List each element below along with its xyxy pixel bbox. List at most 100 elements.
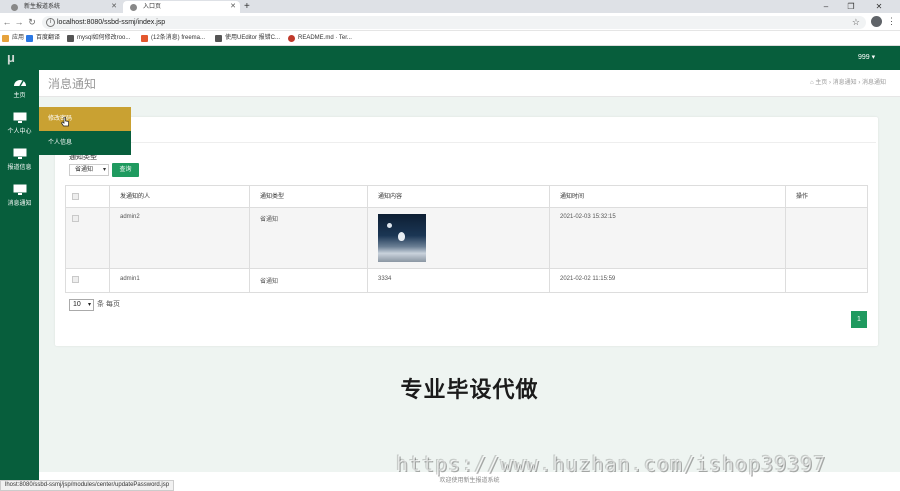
breadcrumb: ⌂ 主页 › 消息通知 › 消息通知 — [810, 70, 886, 97]
sidebar: 主页 个人中心 报道信息 消息通知 — [0, 70, 39, 491]
page-size-select[interactable]: 10 ▾ — [69, 299, 94, 311]
cell-content: 3334 — [378, 276, 392, 282]
home-icon: ⌂ — [809, 80, 814, 86]
window-close-icon[interactable]: ✕ — [868, 0, 890, 13]
table-header-row: 发通知的人 通知类型 通知内容 通知时间 操作 — [66, 186, 867, 208]
divider — [65, 142, 876, 143]
sidebar-item-label: 消息通知 — [7, 201, 32, 207]
select-all-checkbox[interactable] — [72, 193, 79, 200]
balloon-shape — [398, 232, 405, 241]
monitor-icon — [13, 184, 27, 195]
sidebar-item-home[interactable]: 主页 — [0, 76, 39, 112]
forward-icon[interactable]: → — [13, 16, 25, 28]
row-checkbox[interactable] — [72, 215, 79, 222]
column-divider — [367, 186, 368, 292]
row-checkbox[interactable] — [72, 276, 79, 283]
translate-icon — [26, 35, 33, 42]
watermark-text: 专业毕设代做 — [400, 377, 539, 402]
notice-type-select[interactable]: 省通知 ▾ — [69, 164, 109, 176]
breadcrumb-home[interactable]: 主页 — [815, 80, 827, 86]
favicon-icon — [11, 4, 18, 11]
bookmark-item[interactable]: (12条消息) freema... — [141, 31, 205, 46]
content-card: 通知类型 省通知 ▾ 查询 发通知的人 通知类型 通知内容 通知时间 操作 ad… — [55, 117, 878, 346]
monitor-icon — [13, 148, 27, 159]
sidebar-item-label: 个人中心 — [7, 129, 32, 135]
sidebar-item-report[interactable]: 报道信息 — [0, 148, 39, 184]
address-bar[interactable]: i localhost:8080/ssbd-ssmj/index.jsp ☆ — [42, 16, 866, 29]
column-divider — [109, 186, 110, 292]
bookmark-item[interactable]: mysql如何修改roo... — [67, 31, 130, 46]
page-size-label: 条 每页 — [97, 301, 120, 308]
column-divider — [785, 186, 786, 292]
reload-icon[interactable]: ↻ — [26, 16, 38, 28]
query-button[interactable]: 查询 — [112, 163, 139, 177]
back-icon[interactable]: ← — [1, 16, 13, 28]
sidebar-item-label: 主页 — [13, 93, 26, 99]
browser-toolbar: ← → ↻ i localhost:8080/ssbd-ssmj/index.j… — [0, 13, 900, 31]
table-row[interactable]: admin2 省通知 2021-02-03 15:32:15 — [66, 208, 867, 269]
browser-menu-icon[interactable]: ⋮ — [887, 15, 896, 28]
column-divider — [549, 186, 550, 292]
sidebar-item-notice[interactable]: 消息通知 — [0, 184, 39, 220]
bookmark-item[interactable]: 百度翻译 — [26, 31, 60, 46]
page-title: 消息通知 — [48, 77, 97, 91]
browser-tab-active[interactable]: 入口页 ✕ — [123, 1, 240, 13]
close-tab-icon[interactable]: ✕ — [230, 1, 236, 13]
paw-icon — [215, 35, 222, 42]
column-divider — [249, 186, 250, 292]
profile-submenu: 修改密码 个人信息 — [39, 107, 131, 155]
submenu-item-change-password[interactable]: 修改密码 — [39, 107, 131, 131]
hand-cursor-icon — [61, 117, 69, 127]
table-row[interactable]: admin1 省通知 3334 2021-02-02 11:15:59 — [66, 269, 867, 292]
chevron-down-icon: ▾ — [102, 167, 106, 173]
cell-time: 2021-02-03 15:32:15 — [560, 214, 616, 220]
cell-type: 省通知 — [260, 217, 279, 223]
page-button-current[interactable]: 1 — [851, 311, 867, 328]
favicon-icon — [130, 4, 137, 11]
bookmark-item[interactable]: 使用UEditor 报错C... — [215, 31, 280, 46]
bookmark-star-icon[interactable]: ☆ — [852, 16, 860, 29]
column-header: 操作 — [796, 194, 809, 200]
bookmark-apps[interactable]: 应用 — [2, 31, 24, 46]
dashboard-icon — [14, 80, 26, 87]
monitor-icon — [13, 112, 27, 123]
minimize-icon[interactable]: – — [815, 0, 837, 13]
restore-icon[interactable]: ❐ — [840, 0, 862, 13]
user-menu[interactable]: 999 ▾ — [858, 46, 875, 70]
gitee-icon — [288, 35, 295, 42]
notice-table: 发通知的人 通知类型 通知内容 通知时间 操作 admin2 省通知 2021-… — [65, 185, 868, 293]
cell-sender: admin1 — [120, 276, 140, 282]
browser-tab[interactable]: 新生报道系统 ✕ — [4, 1, 121, 13]
watermark-url: https://www.huzhan.com/ishop39397 — [396, 452, 827, 476]
browser-tab-bar: 新生报道系统 ✕ 入口页 ✕ + – ❐ ✕ — [0, 0, 900, 13]
main-content: 消息通知 ⌂ 主页 › 消息通知 › 消息通知 通知类型 省通知 ▾ 查询 发通… — [39, 70, 900, 472]
paw-icon — [67, 35, 74, 42]
sidebar-item-label: 报道信息 — [7, 165, 32, 171]
bookmark-item[interactable]: README.md · Ter... — [288, 31, 352, 46]
new-tab-icon[interactable]: + — [244, 0, 250, 13]
bookmarks-bar: 应用 百度翻译 mysql如何修改roo... (12条消息) freema..… — [0, 31, 900, 46]
app-header: μ 999 ▾ — [0, 46, 900, 70]
notice-image[interactable] — [378, 214, 426, 262]
url-text[interactable]: localhost:8080/ssbd-ssmj/index.jsp — [57, 16, 165, 29]
column-header: 通知内容 — [378, 194, 403, 200]
info-icon[interactable]: i — [46, 18, 55, 27]
csdn-icon — [141, 35, 148, 42]
profile-avatar-icon[interactable] — [871, 16, 882, 27]
moon-shape — [387, 223, 392, 228]
column-header: 发通知的人 — [120, 194, 151, 200]
submenu-item-personal-info[interactable]: 个人信息 — [39, 131, 131, 155]
column-header: 通知类型 — [260, 194, 285, 200]
apps-icon — [2, 35, 9, 42]
breadcrumb-current: 消息通知 — [861, 80, 886, 86]
sidebar-item-profile[interactable]: 个人中心 — [0, 112, 39, 148]
cell-time: 2021-02-02 11:15:59 — [560, 276, 616, 282]
breadcrumb-item[interactable]: 消息通知 — [833, 80, 857, 86]
close-tab-icon[interactable]: ✕ — [111, 1, 117, 13]
page-header: 消息通知 ⌂ 主页 › 消息通知 › 消息通知 — [39, 70, 900, 97]
cell-sender: admin2 — [120, 214, 140, 220]
column-header: 通知时间 — [560, 194, 585, 200]
chevron-down-icon: ▾ — [87, 302, 91, 308]
browser-status-bar: lhost:8080/ssbd-ssmj/jsp/modules/center/… — [0, 480, 175, 491]
cell-type: 省通知 — [260, 279, 279, 285]
